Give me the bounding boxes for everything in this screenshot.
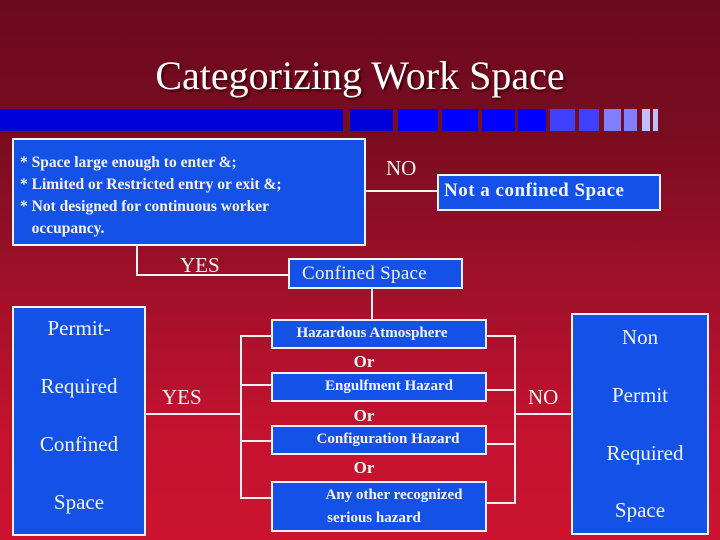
or-separator: Or [353,406,375,425]
permit-required-line: Confined [39,432,119,456]
non-permit-box: Non Permit Required Space [571,313,709,535]
right-bracket-tick [486,389,516,391]
hazard-box-engulfment: Engulfment Hazard [271,372,487,402]
criteria-line: * Limited or Restricted entry or exit &; [20,176,282,193]
decor-bar-segment [482,109,515,131]
no-label-top: NO [386,156,417,180]
non-permit-line: Space [614,498,666,522]
left-bracket-vertical [240,335,242,499]
connector-yes-top-vertical [136,245,138,276]
decor-bar-segment [642,109,650,131]
yes-label-top: YES [180,253,220,277]
hazard-other-line: Any other recognized [325,487,463,503]
criteria-line: * Space large enough to enter &; [20,154,237,171]
decor-bar-segment [624,109,637,131]
decor-bar-segment [518,109,546,131]
non-permit-line: Non [621,325,659,349]
decor-bar-segment [604,109,621,131]
right-bracket-tick [486,335,516,337]
or-separator: Or [353,458,375,477]
connector-no-right [514,413,571,415]
non-permit-line: Required [606,441,684,465]
permit-required-line: Permit- [47,316,111,340]
decor-bar-segment [442,109,478,131]
decor-bar-segment [350,109,393,131]
yes-label-left: YES [162,385,202,409]
decor-bar-segment [550,109,575,131]
non-permit-line: Permit [612,383,668,407]
permit-required-line: Space [53,490,105,514]
left-bracket-tick [240,384,271,386]
connector-confined-to-hazards [371,288,373,319]
decor-bar-segment [398,109,438,131]
left-bracket-tick [240,335,271,337]
hazard-other-line: serious hazard [327,510,421,526]
criteria-line: * Not designed for continuous worker [20,198,270,215]
left-bracket-tick [240,497,271,499]
connector-no-top [364,190,438,192]
permit-required-box: Permit- Required Confined Space [12,306,146,536]
not-confined-space-box: Not a confined Space [437,174,661,211]
criteria-line: occupancy. [20,220,105,237]
permit-required-line: Required [40,374,118,398]
right-bracket-tick [486,502,516,504]
hazard-box-other: Any other recognized serious hazard [271,481,487,532]
hazard-box-configuration: Configuration Hazard [271,425,487,455]
right-bracket-vertical [514,335,516,504]
right-bracket-tick [486,443,516,445]
left-bracket-tick [240,440,271,442]
criteria-box: * Space large enough to enter &; * Limit… [12,138,366,246]
slide-title: Categorizing Work Space [155,53,565,98]
confined-space-box: Confined Space [288,258,463,289]
or-separator: Or [353,352,375,371]
hazard-box-atmosphere: Hazardous Atmosphere [271,319,487,349]
decor-bar-segment [579,109,599,131]
decor-bar-segment [653,109,658,131]
no-label-right: NO [528,385,559,409]
decor-bar-segment [0,109,343,131]
connector-yes-left [145,413,242,415]
